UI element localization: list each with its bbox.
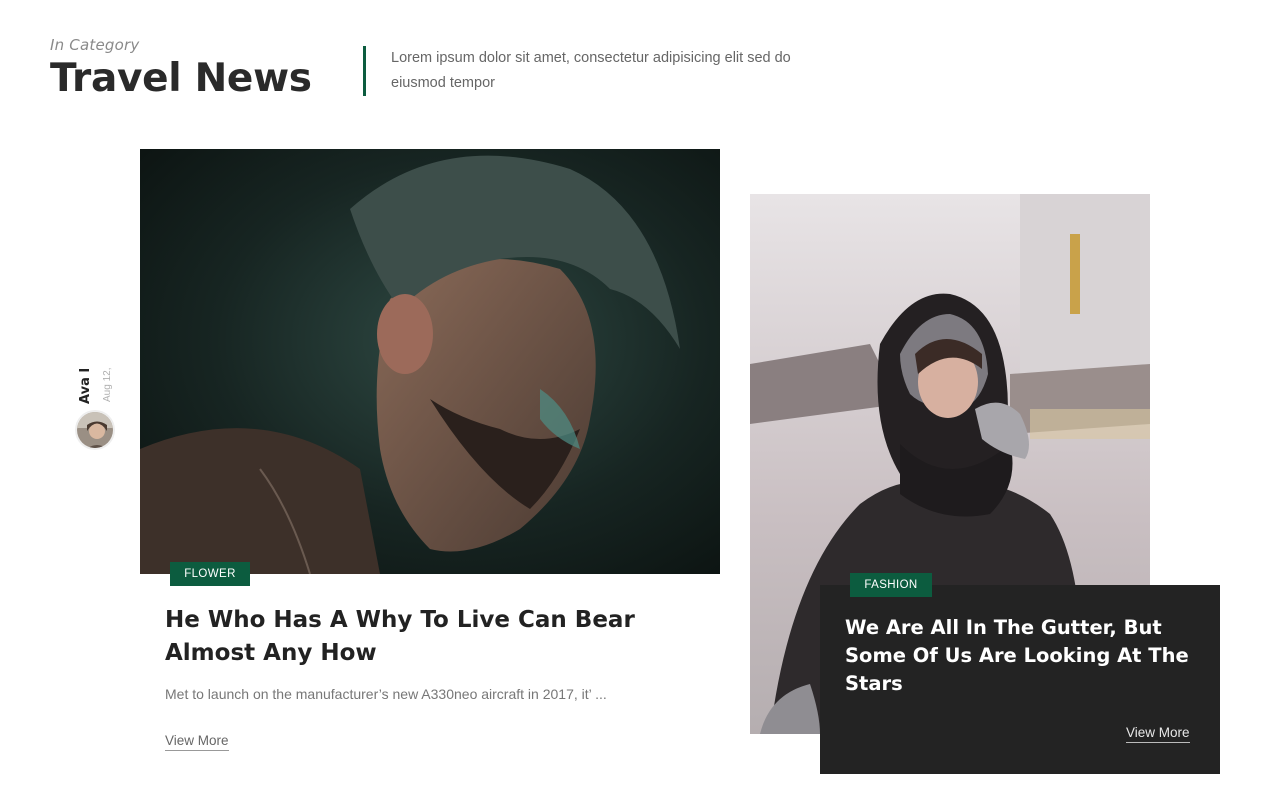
main-post-title[interactable]: He Who Has A Why To Live Can Bear Almost… [165,604,685,670]
category-tag-fashion[interactable]: FASHION [850,573,932,597]
side-post-view-more-link[interactable]: View More [1126,725,1190,743]
header-divider [363,46,366,96]
author-name[interactable]: Ava I [78,358,94,404]
avatar-image [77,412,113,448]
author-name-text: Ava I [78,367,93,404]
category-eyebrow: In Category [50,36,140,54]
category-tag-flower[interactable]: FLOWER [170,562,250,586]
section-title: Travel News [50,56,312,101]
side-post-title[interactable]: We Are All In The Gutter, But Some Of Us… [845,614,1205,698]
main-post-image[interactable] [140,149,720,574]
main-post-excerpt: Met to launch on the manufacturer’s new … [165,686,607,702]
section-description: Lorem ipsum dolor sit amet, consectetur … [391,50,791,91]
main-post-view-more-link[interactable]: View More [165,733,229,751]
post-date: Aug 12, [102,360,114,402]
author-avatar[interactable] [75,410,115,450]
bearded-man-photo [140,149,720,574]
section-header: In Category Travel News [50,36,312,101]
post-date-text: Aug 12, [102,367,113,402]
